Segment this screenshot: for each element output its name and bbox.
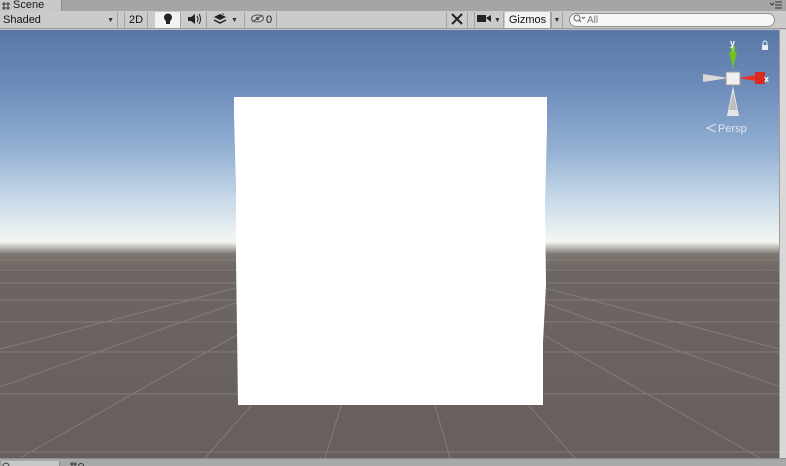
camera-icon	[477, 14, 492, 26]
scene-tab[interactable]: Scene	[0, 0, 62, 11]
effects-icon	[213, 12, 227, 28]
bottom-tab-2-icon	[70, 460, 84, 466]
hidden-objects-toggle[interactable]: 0	[247, 12, 277, 28]
hidden-eye-icon	[250, 14, 264, 26]
search-icon	[573, 14, 586, 26]
shading-mode-label: Shaded	[3, 14, 41, 26]
projection-label: Persp	[718, 123, 747, 135]
gizmo-axis-neg-x[interactable]	[703, 74, 729, 82]
projection-toggle[interactable]: Persp	[705, 123, 747, 135]
bottom-tab-2[interactable]	[70, 461, 100, 466]
bottom-tab-1-icon	[2, 460, 10, 466]
gizmo-label-x: x	[764, 74, 769, 84]
effects-dropdown[interactable]: ▼	[207, 12, 245, 28]
scene-tab-icon	[2, 1, 10, 10]
gizmos-dropdown[interactable]: ▼	[551, 12, 563, 28]
scene-toolbar: Shaded ▼ 2D ▼ 0 ▼ Gizmos ▼ All	[0, 11, 786, 29]
chevron-down-icon: ▼	[107, 16, 114, 24]
cube-object[interactable]	[0, 30, 779, 458]
lighting-toggle[interactable]	[155, 12, 181, 28]
chevron-down-icon: ▼	[553, 16, 561, 24]
tools-icon	[451, 12, 463, 28]
toggle-2d-button[interactable]: 2D	[124, 12, 148, 28]
chevron-down-icon: ▼	[494, 16, 501, 24]
scene-viewport[interactable]: y x Persp	[0, 30, 779, 458]
search-input[interactable]	[587, 14, 767, 26]
audio-icon	[187, 13, 201, 27]
gizmo-label-y: y	[730, 38, 735, 48]
lightbulb-icon	[163, 13, 173, 28]
scene-tab-label: Scene	[13, 0, 45, 11]
bottom-tab-strip	[0, 458, 786, 466]
toggle-2d-label: 2D	[128, 14, 144, 26]
camera-settings-dropdown[interactable]: ▼	[474, 12, 504, 28]
gizmos-button[interactable]: Gizmos	[505, 12, 551, 28]
shading-mode-dropdown[interactable]: Shaded ▼	[0, 12, 118, 28]
vertical-scrollbar[interactable]	[779, 30, 786, 458]
tab-bar: Scene	[0, 0, 786, 11]
persp-icon	[705, 123, 717, 135]
bottom-tab-1[interactable]	[2, 461, 60, 466]
hidden-count: 0	[265, 14, 273, 26]
tab-menu-icon[interactable]	[769, 0, 782, 10]
chevron-down-icon: ▼	[231, 16, 238, 24]
lock-icon[interactable]	[760, 40, 770, 52]
tools-button[interactable]	[446, 12, 468, 28]
audio-toggle[interactable]	[181, 12, 207, 28]
gizmo-center-cube[interactable]	[725, 71, 741, 86]
gizmos-label: Gizmos	[508, 14, 547, 26]
search-box[interactable]	[569, 13, 775, 27]
